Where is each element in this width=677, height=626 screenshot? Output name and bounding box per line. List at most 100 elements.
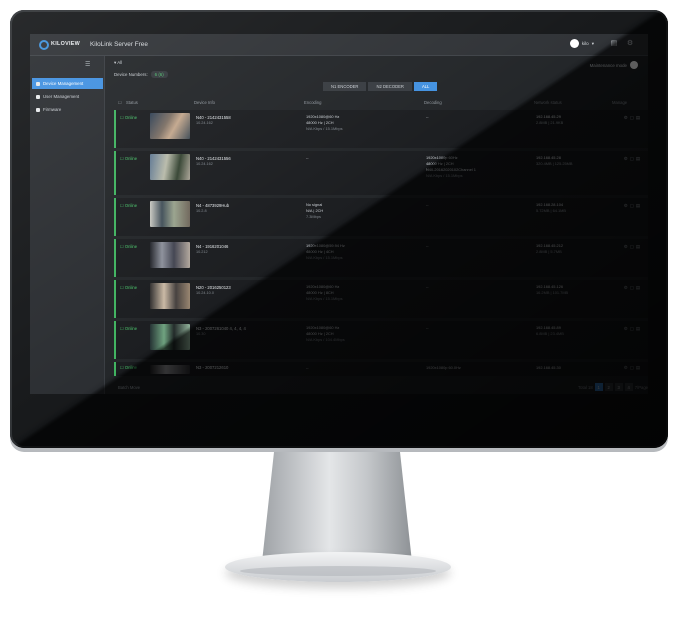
row-actions[interactable]: ⚙▢▤ [624,326,642,332]
status-badge: ☐ Online [120,244,138,249]
encoding-line: N/A Kbps / 15.1Mbps [306,296,343,301]
table-row[interactable]: ☐ Online N3 - 2007261040 4, 4, 4, 4 10.3… [114,321,648,359]
user-menu[interactable]: kilo ▾ [569,39,594,48]
decoding-info: -- [426,243,429,249]
device-name[interactable]: N40 - 2142431558 [196,115,231,120]
column-status[interactable]: Status [126,100,138,105]
monitor-scene: KILOVIEW KiloLink Server Free kilo ▾ ▤ ⚙… [0,0,677,626]
video-thumbnail[interactable] [150,324,190,350]
encoding-line: N/A Kbps / 15.1Mbps [306,255,343,260]
sidebar: ☰ Device Management User Management Firm… [30,56,105,394]
table-row[interactable]: ☐ Online N40 - 2142431558 10.24.162 1920… [114,110,648,148]
decoding-info: 1920x1080p 60.0Hz [426,365,461,371]
device-name-text: N3 - 2007261040 4, 4, 4, 4 [196,326,246,331]
page-button[interactable]: 1 [594,383,603,391]
column-decoding: Decoding [424,100,442,105]
network-rates: 16.2MB | 101.7MB [536,290,569,295]
device-sub: 10.212 [196,250,208,254]
app-title: KiloLink Server Free [90,41,148,48]
settings-icon[interactable]: ⚙ [626,40,634,48]
sidebar-item-device-management[interactable]: Device Management [32,78,103,89]
sidebar-item-user-management[interactable]: User Management [32,91,103,102]
filter-all[interactable]: ALL [413,82,438,91]
table-row[interactable]: ☐ Online N4 - 4873929Hub 10.2.8 No signa… [114,198,648,236]
status-text: Online [124,326,138,331]
video-thumbnail[interactable] [150,201,190,227]
encoding-info: 1920x1080@59.94 Hz 48000 Hz | 4CH N/A Kb… [306,243,345,261]
monitor-stand-base-edge [240,566,436,576]
video-thumbnail[interactable] [150,365,190,374]
table-row[interactable]: ☐ Online N40 - 2142431556 10.24.162 -- 1… [114,151,648,195]
encoding-info: 1920x1080@60 Hz 48000 Hz | 2CH N/A Kbps … [306,114,343,132]
total-count: Total 18 [578,384,593,390]
filter-encoder[interactable]: N1 ENCODER [323,82,367,91]
row-actions[interactable]: ⚙▢▤ [624,203,642,209]
row-actions[interactable]: ⚙▢▤ [624,244,642,250]
sidebar-item-firmware[interactable]: Firmware [32,104,103,115]
filter-decoder[interactable]: N2 DECODER [368,82,412,91]
encoding-info: 1920x1080@60 Hz 48000 Hz | 2CH N/A Kbps … [306,325,345,343]
batch-move-button[interactable]: Batch Move [118,385,140,390]
table-row[interactable]: ☐ Online N20 - 2016250123 10.24.10.0 192… [114,280,648,318]
status-text: Online [124,156,138,161]
maintenance-toggle[interactable] [630,61,638,69]
device-name-text: N40 - 2142431558 [196,115,231,120]
network-info: 192.168.45.89 6.8MB | 23.4MB [536,325,564,337]
decoding-line: -- [426,284,429,289]
table-row[interactable]: ☐ Online N3 - 2007212610 -- 1920x1080p 6… [114,362,648,376]
app-logo: KILOVIEW [39,40,81,50]
network-info: 192.168.45.212 2.8MB | 5.7MB [536,243,563,255]
network-info: 192.168.45.30 [536,365,561,371]
checkbox-all[interactable]: ☐ [118,100,122,105]
main-content: ▾ All Device Numbers: 6 (6) Maintenance … [110,56,648,394]
row-actions[interactable]: ⚙▢▤ [624,285,642,291]
video-thumbnail[interactable] [150,154,190,180]
maintenance-label: Maintenance mode [589,62,627,68]
device-name-text: N40 - 2142431556 [196,156,231,161]
video-thumbnail[interactable] [150,283,190,309]
network-rates: 2.8MB | 5.7MB [536,249,562,254]
table-header: ☐ Status Device Info Encoding Decoding N… [114,98,648,107]
device-name[interactable]: N40 - 2142431556 [196,156,231,161]
video-thumbnail[interactable] [150,242,190,268]
page-size-select[interactable]: 7/Page [635,385,648,390]
status-badge: ☐ Online [120,203,138,208]
decoding-info: 1920x1080p 60Hz 48000 Hz | 2CH N40-20162… [426,155,476,179]
document-icon[interactable]: ▤ [610,40,618,48]
device-name-text: N4 - 4873929Hub [196,203,230,208]
device-filter-tabs: N1 ENCODER N2 DECODER ALL [323,82,438,91]
device-name[interactable]: N3 - 2007261040 4, 4, 4, 4 [196,326,246,331]
column-network-status: Network status [534,100,562,105]
row-actions[interactable]: ⚙▢▤ [624,365,642,371]
user-icon [36,94,40,99]
video-thumbnail[interactable] [150,113,190,139]
device-sub: 10.2.8 [196,209,207,213]
maintenance-mode[interactable]: Maintenance mode [590,61,638,69]
page-button[interactable]: 2 [604,383,613,391]
network-rates: 320.4MB | 125.25MB [536,161,573,166]
device-name[interactable]: N3 - 2007212610 [196,365,228,370]
row-actions[interactable]: ⚙▢▤ [624,115,642,121]
status-text: Online [124,115,138,120]
network-rates: 6.8MB | 23.4MB [536,331,564,336]
page-button[interactable]: 4 [624,383,633,391]
network-rates: 5.72MB | 64.1MB [536,208,566,213]
status-text: Online [124,244,138,249]
device-sub: 10.24.10.0 [196,291,214,295]
sidebar-item-label: User Management [43,94,80,99]
menu-toggle-icon[interactable]: ☰ [85,61,90,68]
device-name[interactable]: N4 - 1916201046 [196,244,228,249]
encoding-line: 7.3Mbps [306,214,321,219]
encoding-info: 1920x1080@60 Hz 48000 Hz | 8CH N/A Kbps … [306,284,343,302]
column-encoding: Encoding [304,100,322,105]
device-name[interactable]: N4 - 4873929Hub [196,203,229,208]
device-name[interactable]: N20 - 2016250123 [196,285,231,290]
breadcrumb[interactable]: ▾ All [114,60,122,66]
network-info: 192.168.28.104 5.72MB | 64.1MB [536,202,566,214]
firmware-icon [36,107,40,112]
table-row[interactable]: ☐ Online N4 - 1916201046 10.212 1920x108… [114,239,648,277]
row-actions[interactable]: ⚙▢▤ [624,156,642,162]
page-button[interactable]: 3 [614,383,623,391]
status-text: Online [124,365,138,370]
device-count-label: Device Numbers: [114,72,148,77]
